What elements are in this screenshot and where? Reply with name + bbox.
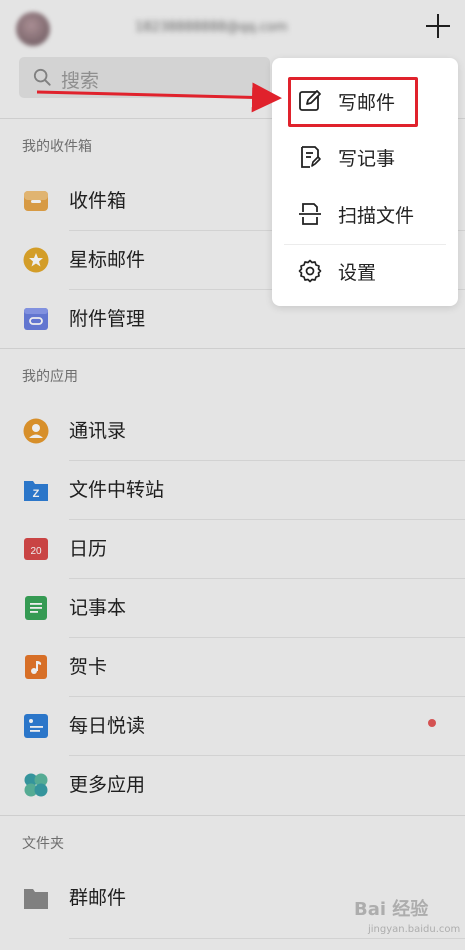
annotation-arrow — [36, 82, 282, 113]
